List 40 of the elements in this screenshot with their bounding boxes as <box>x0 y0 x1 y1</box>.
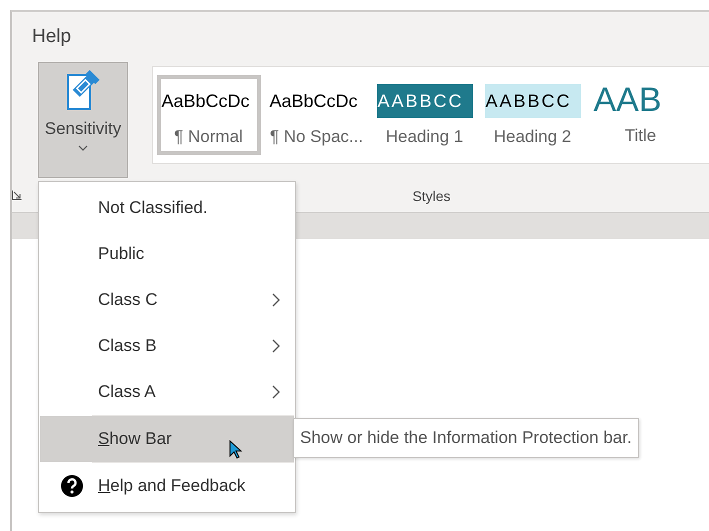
menu-item[interactable]: Class B <box>40 323 294 369</box>
style-name: Title <box>624 126 656 146</box>
group-label: Styles <box>412 188 451 204</box>
style-preview: AaBbCcDc <box>160 90 251 112</box>
sensitivity-button[interactable]: Sensitivity <box>38 62 128 178</box>
style-preview: AABBCC <box>376 84 472 118</box>
mouse-pointer-icon <box>229 440 243 460</box>
chevron-right-icon <box>272 385 280 399</box>
menu-item[interactable]: Public <box>40 231 294 277</box>
style-option[interactable]: AaBbCcDc ¶ No Spac... <box>264 75 368 155</box>
dialog-launcher-icon[interactable] <box>12 190 22 200</box>
help-icon <box>60 474 84 498</box>
chevron-right-icon <box>272 339 280 353</box>
style-name: ¶ No Spac... <box>270 126 364 146</box>
ribbon-tab[interactable]: Help <box>32 26 72 48</box>
style-name: ¶ Normal <box>174 126 243 146</box>
style-option[interactable]: AABBCC Heading 2 <box>480 75 584 155</box>
menu-item[interactable]: Help and Feedback <box>40 463 294 509</box>
menu-item-label: Class C <box>98 290 158 310</box>
chevron-right-icon <box>272 293 280 307</box>
menu-item[interactable]: Class C <box>40 277 294 323</box>
style-name: Heading 2 <box>494 126 572 146</box>
style-option[interactable]: AABBCC Heading 1 <box>372 75 476 155</box>
menu-item[interactable]: Class A <box>40 369 294 415</box>
style-option[interactable]: AAB Title <box>588 75 692 155</box>
style-option[interactable]: AaBbCcDc ¶ Normal <box>156 75 260 155</box>
menu-item[interactable]: Show Bar <box>40 416 294 462</box>
tooltip: Show or hide the Information Protection bar. <box>293 418 639 458</box>
menu-item[interactable]: Not Classified. <box>40 185 294 231</box>
style-preview: AAB <box>592 84 663 116</box>
style-preview: AABBCC <box>484 84 580 118</box>
caret-icon <box>78 145 88 151</box>
style-name: Heading 1 <box>386 126 464 146</box>
menu-item-label: Show Bar <box>98 429 172 449</box>
menu-item-label: Not Classified. <box>98 198 208 218</box>
menu-item-label: Class B <box>98 336 157 356</box>
menu-item-label: Help and Feedback <box>98 476 246 496</box>
menu-item-label: Public <box>98 244 144 264</box>
menu-item-label: Class A <box>98 382 156 402</box>
style-preview: AaBbCcDc <box>268 90 359 112</box>
